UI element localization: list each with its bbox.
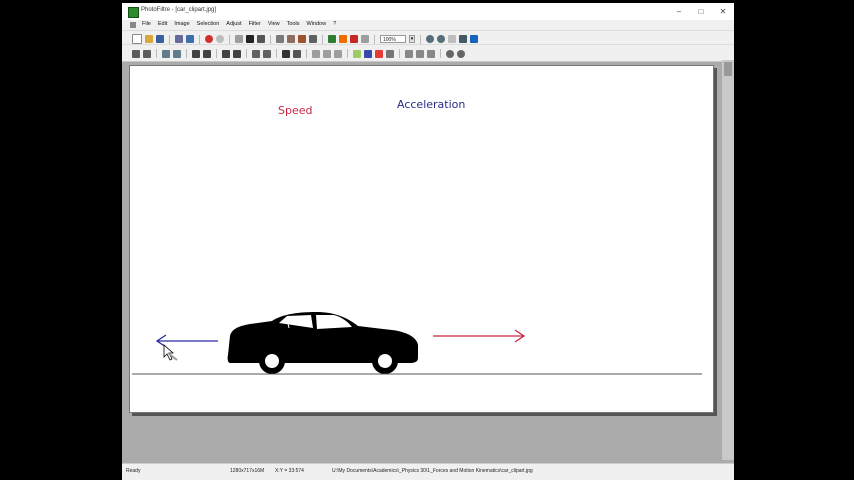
status-bar: Ready 1280x717x16M X:Y = 33:574 U:\My Do… bbox=[122, 463, 734, 480]
menu-filter[interactable]: Filter bbox=[249, 21, 261, 27]
document-system-menu-icon[interactable] bbox=[130, 22, 136, 28]
cut-icon[interactable] bbox=[235, 35, 243, 43]
title-bar: PhotoFiltre - [car_clipart.jpg] – □ ✕ bbox=[122, 0, 734, 20]
paste-new-icon[interactable] bbox=[287, 35, 295, 43]
brightness-down-icon[interactable] bbox=[203, 49, 211, 58]
fullscreen-icon[interactable] bbox=[470, 35, 478, 43]
redo-icon[interactable] bbox=[216, 35, 224, 43]
minimize-icon[interactable]: – bbox=[668, 3, 690, 19]
print-icon[interactable] bbox=[186, 35, 194, 43]
window-title: PhotoFiltre - [car_clipart.jpg] bbox=[141, 7, 217, 13]
grayscale-icon[interactable] bbox=[282, 49, 290, 58]
menu-edit[interactable]: Edit bbox=[158, 21, 167, 27]
paste-icon[interactable] bbox=[257, 35, 265, 43]
menu-bar: File Edit Image Selection Adjust Filter … bbox=[122, 20, 734, 30]
status-file-path: U:\My Documents\Academics\_Physics 30\1_… bbox=[332, 468, 533, 474]
flip-vertical-icon[interactable] bbox=[416, 49, 424, 58]
red-eye-icon[interactable] bbox=[375, 49, 383, 58]
zoom-out-icon[interactable] bbox=[437, 35, 445, 43]
brightness-up-icon[interactable] bbox=[192, 49, 200, 58]
vertical-scrollbar[interactable] bbox=[722, 60, 734, 460]
contrast-up-icon[interactable] bbox=[222, 49, 230, 58]
rotate-right-icon[interactable] bbox=[457, 49, 465, 58]
zoom-input[interactable]: 100% bbox=[380, 35, 406, 43]
new-file-icon[interactable] bbox=[132, 34, 142, 44]
menu-tools[interactable]: Tools bbox=[287, 21, 300, 27]
window-controls: – □ ✕ bbox=[668, 3, 734, 20]
zoom-in-icon[interactable] bbox=[426, 35, 434, 43]
sepia-icon[interactable] bbox=[293, 49, 301, 58]
undo-icon[interactable] bbox=[205, 35, 213, 43]
image-size-icon[interactable] bbox=[298, 35, 306, 43]
mouse-cursor-icon bbox=[163, 344, 178, 361]
car-drawing bbox=[132, 312, 702, 375]
magnify-icon[interactable] bbox=[162, 49, 170, 58]
browser-icon[interactable] bbox=[328, 35, 336, 43]
right-arrow bbox=[433, 329, 526, 343]
flip-horizontal-icon[interactable] bbox=[405, 49, 413, 58]
close-icon[interactable]: ✕ bbox=[712, 3, 734, 19]
rotate-left-icon[interactable] bbox=[446, 49, 454, 58]
select-all-icon[interactable] bbox=[132, 49, 140, 58]
status-image-size: 1280x717x16M bbox=[230, 468, 265, 474]
duplicate-icon[interactable] bbox=[276, 35, 284, 43]
smooth-icon[interactable] bbox=[334, 49, 342, 58]
selection-mode-icon[interactable] bbox=[143, 49, 151, 58]
fit-window-icon[interactable] bbox=[459, 35, 467, 43]
menu-selection[interactable]: Selection bbox=[197, 21, 220, 27]
copy-icon[interactable] bbox=[246, 35, 254, 43]
menu-help[interactable]: ? bbox=[333, 21, 336, 27]
automate-icon[interactable] bbox=[350, 35, 358, 43]
left-arrow bbox=[155, 334, 218, 348]
photofiltre-window: PhotoFiltre - [car_clipart.jpg] – □ ✕ Fi… bbox=[122, 0, 734, 480]
standard-toolbar: 100% ▾ bbox=[122, 30, 734, 45]
explorer-icon[interactable] bbox=[339, 35, 347, 43]
scan-icon[interactable] bbox=[175, 35, 183, 43]
image-canvas[interactable]: Speed Acceleration bbox=[129, 65, 714, 413]
blur-icon[interactable] bbox=[312, 49, 320, 58]
rotate-icon[interactable] bbox=[427, 49, 435, 58]
app-logo-icon bbox=[128, 7, 139, 18]
car-silhouette bbox=[227, 312, 418, 374]
canvas-size-icon[interactable] bbox=[309, 35, 317, 43]
scrollbar-thumb[interactable] bbox=[724, 62, 732, 76]
contrast-down-icon[interactable] bbox=[233, 49, 241, 58]
actual-size-icon[interactable] bbox=[448, 35, 456, 43]
open-folder-icon[interactable] bbox=[145, 35, 153, 43]
save-icon[interactable] bbox=[156, 35, 164, 43]
menu-window[interactable]: Window bbox=[307, 21, 327, 27]
filter-toolbar bbox=[122, 44, 734, 62]
color-balance-icon[interactable] bbox=[353, 49, 361, 58]
rgb-adjust-icon[interactable] bbox=[364, 49, 372, 58]
transform-icon[interactable] bbox=[173, 49, 181, 58]
screenshot-icon[interactable] bbox=[361, 35, 369, 43]
status-coords: X:Y = 33:574 bbox=[275, 468, 304, 474]
menu-image[interactable]: Image bbox=[174, 21, 189, 27]
status-state: Ready bbox=[126, 468, 141, 474]
sharpen-icon[interactable] bbox=[323, 49, 331, 58]
menu-adjust[interactable]: Adjust bbox=[226, 21, 241, 27]
saturation-up-icon[interactable] bbox=[252, 49, 260, 58]
saturation-down-icon[interactable] bbox=[263, 49, 271, 58]
menu-file[interactable]: File bbox=[142, 21, 151, 27]
histogram-icon[interactable] bbox=[386, 49, 394, 58]
maximize-icon[interactable]: □ bbox=[690, 3, 712, 19]
zoom-dropdown-icon[interactable]: ▾ bbox=[409, 35, 415, 43]
menu-view[interactable]: View bbox=[268, 21, 280, 27]
